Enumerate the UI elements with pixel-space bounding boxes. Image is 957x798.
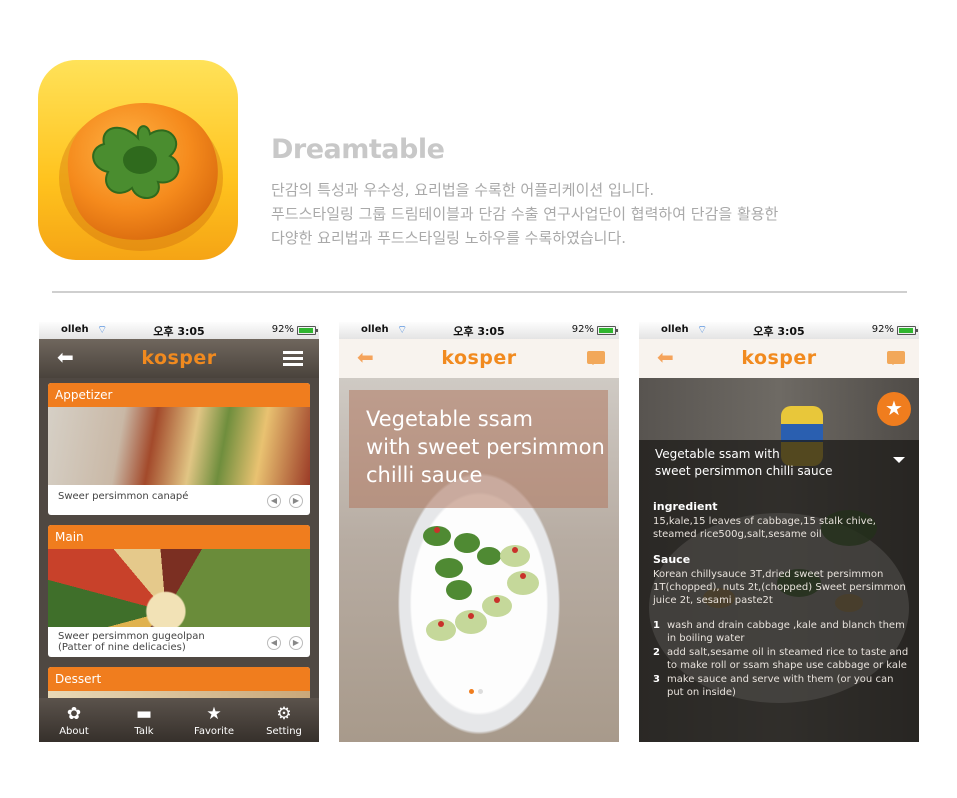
status-bar: olleh ⌔ 오후 3:05 92% [639, 322, 919, 345]
page-dot-active[interactable] [469, 689, 474, 694]
food-photo [48, 407, 310, 485]
recipe-title-line: Vegetable ssam with [655, 447, 780, 461]
chat-bubble-icon[interactable] [887, 351, 905, 365]
app-logo: kosper [741, 347, 817, 369]
tab-about[interactable]: ✿ About [39, 698, 109, 742]
description-line: 단감의 특성과 우수성, 요리법을 수록한 어플리케이션 입니다. [271, 181, 655, 199]
favorite-star-icon: ★ [206, 704, 222, 724]
recipe-title-line: sweet persimmon chilli sauce [655, 464, 833, 478]
gear-icon: ⚙ [276, 704, 292, 724]
battery-icon [597, 326, 618, 335]
tab-setting[interactable]: ⚙ Setting [249, 698, 319, 742]
app-title: Dreamtable [271, 134, 445, 165]
category-card-appetizer[interactable]: Appetizer Sweer persimmon canapé ◀ ▶ [48, 383, 310, 515]
talk-icon: ▬ [135, 704, 153, 724]
step-text: add salt,sesame oil in steamed rice to t… [667, 647, 909, 671]
recipe-step: 2 add salt,sesame oil in steamed rice to … [653, 646, 911, 672]
app-description: 단감의 특성과 우수성, 요리법을 수록한 어플리케이션 입니다. 푸드스타일링… [271, 178, 911, 250]
recipe-steps: 1 wash and drain cabbage ,kale and blanch… [653, 619, 911, 700]
description-line: 다양한 요리법과 푸드스타일링 노하우를 수록하였습니다. [271, 229, 627, 247]
card-category: Appetizer [48, 383, 310, 407]
prev-arrow-icon[interactable]: ◀ [267, 636, 281, 650]
recipe-step: 1 wash and drain cabbage ,kale and blanch… [653, 619, 911, 645]
status-bar: olleh ⌔ 오후 3:05 92% [339, 322, 619, 345]
step-number: 2 [653, 647, 660, 658]
nav-bar: ⬅ kosper [39, 339, 319, 378]
recipe-title-line: chilli sauce [366, 463, 483, 487]
recipe-title[interactable]: Vegetable ssam with sweet persimmon chil… [655, 446, 875, 480]
recipe-title-line: with sweet persimmon [366, 435, 605, 459]
section-divider [52, 291, 907, 293]
step-text: wash and drain cabbage ,kale and blanch … [667, 620, 905, 644]
card-category: Dessert [48, 667, 310, 691]
sauce-text: Korean chillysauce 3T,dried sweet persim… [653, 569, 906, 606]
nav-bar: ⬅ kosper [339, 339, 619, 378]
status-bar: olleh ⌔ 오후 3:05 92% [39, 322, 319, 345]
step-number: 1 [653, 620, 660, 631]
next-arrow-icon[interactable]: ▶ [289, 636, 303, 650]
battery-percent: 92% [271, 324, 294, 335]
tab-label: Favorite [194, 726, 234, 737]
recipe-title: Vegetable ssam with sweet persimmon chil… [366, 405, 606, 489]
card-category: Main [48, 525, 310, 549]
page-dot[interactable] [478, 689, 483, 694]
step-text: make sauce and serve with them (or you c… [667, 674, 894, 698]
category-card-main[interactable]: Main Sweer persimmon gugeolpan (Patter o… [48, 525, 310, 657]
page-indicator[interactable] [469, 679, 487, 698]
nav-bar: ⬅ kosper [639, 339, 919, 378]
menu-list-icon[interactable] [283, 351, 303, 369]
next-arrow-icon[interactable]: ▶ [289, 494, 303, 508]
battery-percent: 92% [871, 324, 894, 335]
about-icon: ✿ [66, 704, 82, 724]
phone-screen-recipe-cover: olleh ⌔ 오후 3:05 92% ⬅ kosper Vegetable s… [339, 322, 619, 742]
card-caption: Sweer persimmon canapé [58, 491, 189, 502]
tab-talk[interactable]: ▬ Talk [109, 698, 179, 742]
tab-label: Setting [266, 726, 302, 737]
card-footer: Sweer persimmon gugeolpan (Patter of nin… [48, 627, 310, 657]
chat-bubble-icon[interactable] [587, 351, 605, 365]
tab-bar: ✿ About ▬ Talk ★ Favorite ⚙ Setting [39, 698, 319, 742]
battery-icon [297, 326, 318, 335]
recipe-step: 3 make sauce and serve with them (or you … [653, 673, 911, 699]
chevron-down-icon[interactable] [893, 457, 905, 469]
phone-screen-list: olleh ⌔ 오후 3:05 92% ⬅ kosper Appetizer S… [39, 322, 319, 742]
tab-label: About [59, 726, 89, 737]
food-photo [48, 549, 310, 627]
favorite-star-icon[interactable]: ★ [877, 392, 911, 426]
sauce-heading: Sauce [653, 553, 691, 566]
tab-favorite[interactable]: ★ Favorite [179, 698, 249, 742]
persimmon-icon [59, 103, 223, 251]
step-number: 3 [653, 674, 660, 685]
prev-arrow-icon[interactable]: ◀ [267, 494, 281, 508]
recipe-title-line: Vegetable ssam [366, 407, 533, 431]
app-logo: kosper [441, 347, 517, 369]
category-list: Appetizer Sweer persimmon canapé ◀ ▶ Main… [39, 378, 319, 742]
ingredient-text: 15,kale,15 leaves of cabbage,15 stalk ch… [653, 516, 876, 540]
tab-label: Talk [134, 726, 154, 737]
ingredient-heading: ingredient [653, 500, 718, 513]
battery-icon [897, 326, 918, 335]
app-logo: kosper [141, 347, 217, 369]
battery-percent: 92% [571, 324, 594, 335]
description-line: 푸드스타일링 그룹 드림테이블과 단감 수출 연구사업단이 협력하여 단감을 활… [271, 205, 779, 223]
app-icon [38, 60, 238, 260]
phone-screen-recipe-detail: olleh ⌔ 오후 3:05 92% ⬅ kosper ★ Vegetable… [639, 322, 919, 742]
card-footer: Sweer persimmon canapé ◀ ▶ [48, 485, 310, 515]
